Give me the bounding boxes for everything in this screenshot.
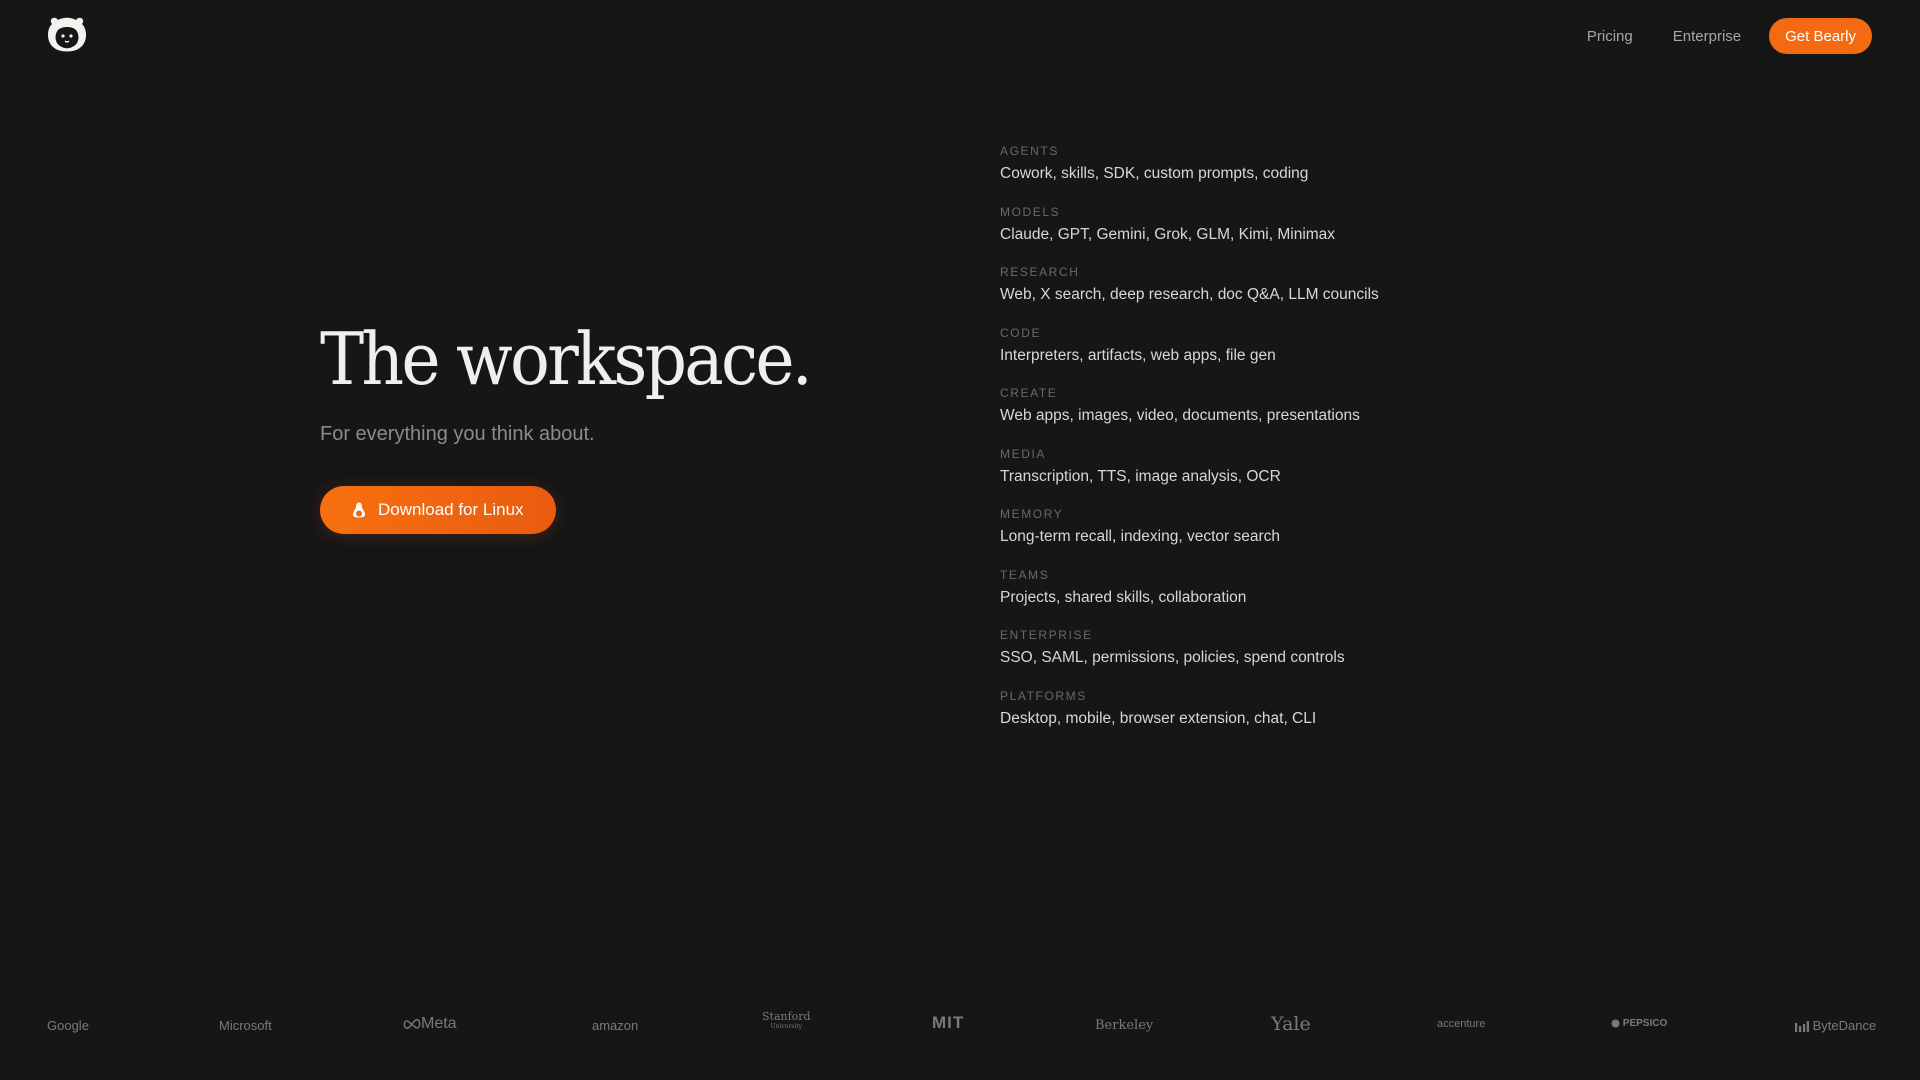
stanford-logo: Stanford University [762, 1011, 811, 1032]
feature-category: PLATFORMS [1000, 688, 1087, 703]
feature-category: AGENTS [1000, 144, 1059, 158]
pepsico-logo: PEPSICO [1611, 1018, 1667, 1029]
meta-infinity-icon [403, 1018, 421, 1029]
nav-links: Pricing Enterprise Get Bearly [1587, 18, 1872, 54]
feature-category: MEDIA [1000, 446, 1047, 461]
hero-section: The workspace. For everything you think … [320, 317, 920, 535]
feature-category: RESEARCH [1000, 265, 1080, 279]
feature-item: CODE Interpreters, artifacts, web apps, … [1000, 325, 1500, 386]
linux-icon [352, 502, 366, 518]
feature-description: Web apps, images, video, documents, pres… [1000, 407, 1360, 424]
customer-logos: Google Microsoft Meta amazon Stanford Un… [0, 1010, 1920, 1046]
feature-description: Desktop, mobile, browser extension, chat… [1000, 709, 1317, 727]
microsoft-logo: Microsoft [219, 1018, 272, 1033]
feature-description: Projects, shared skills, collaboration [1000, 588, 1247, 606]
accenture-logo: accenture [1437, 1018, 1486, 1030]
feature-item: PLATFORMS Desktop, mobile, browser exten… [1000, 688, 1500, 749]
google-logo: Google [47, 1018, 89, 1033]
bear-logo-icon[interactable] [46, 16, 88, 54]
stanford-logo-subtext: University [770, 1023, 803, 1030]
feature-description: Long-term recall, indexing, vector searc… [1000, 528, 1280, 545]
feature-description: Cowork, skills, SDK, custom prompts, cod… [1000, 165, 1309, 182]
pepsico-logo-text: PEPSICO [1622, 1018, 1668, 1029]
berkeley-logo: Berkeley [1095, 1018, 1154, 1033]
amazon-logo: amazon [592, 1018, 639, 1033]
get-bearly-button[interactable]: Get Bearly [1769, 18, 1872, 54]
top-nav: Pricing Enterprise Get Bearly [0, 0, 1920, 72]
feature-item: TEAMS Projects, shared skills, collabora… [1000, 567, 1500, 628]
feature-category: CODE [1000, 325, 1042, 340]
feature-category: TEAMS [1000, 567, 1050, 582]
feature-item: RESEARCH Web, X search, deep research, d… [1000, 264, 1500, 325]
feature-item: MEDIA Transcription, TTS, image analysis… [1000, 446, 1500, 507]
meta-logo: Meta [403, 1015, 457, 1033]
feature-category: MODELS [1000, 204, 1061, 219]
feature-item: MEMORY Long-term recall, indexing, vecto… [1000, 506, 1500, 567]
feature-item: AGENTS Cowork, skills, SDK, custom promp… [1000, 143, 1500, 204]
bytedance-logo: ByteDance [1795, 1018, 1876, 1033]
mit-logo: MIT [932, 1013, 965, 1032]
hero-title: The workspace. [320, 317, 813, 401]
feature-category: MEMORY [1000, 507, 1064, 521]
feature-description: Transcription, TTS, image analysis, OCR [1000, 467, 1281, 485]
feature-item: CREATE Web apps, images, video, document… [1000, 385, 1500, 446]
feature-description: SSO, SAML, permissions, policies, spend … [1000, 649, 1345, 666]
feature-item: MODELS Claude, GPT, Gemini, Grok, GLM, K… [1000, 204, 1500, 265]
feature-category: CREATE [1000, 386, 1058, 400]
pepsico-globe-icon [1611, 1019, 1620, 1028]
bytedance-bars-icon [1795, 1021, 1809, 1033]
nav-link-enterprise[interactable]: Enterprise [1673, 28, 1741, 45]
feature-description: Interpreters, artifacts, web apps, file … [1000, 346, 1276, 364]
feature-list: AGENTS Cowork, skills, SDK, custom promp… [1000, 143, 1500, 748]
download-linux-button[interactable]: Download for Linux [320, 486, 556, 535]
feature-description: Claude, GPT, Gemini, Grok, GLM, Kimi, Mi… [1000, 225, 1336, 243]
nav-link-pricing[interactable]: Pricing [1587, 28, 1633, 45]
meta-logo-text: Meta [421, 1015, 457, 1032]
feature-category: ENTERPRISE [1000, 628, 1093, 642]
feature-item: ENTERPRISE SSO, SAML, permissions, polic… [1000, 627, 1500, 688]
yale-logo: Yale [1271, 1013, 1311, 1035]
feature-description: Web, X search, deep research, doc Q&A, L… [1000, 286, 1379, 303]
bytedance-logo-text: ByteDance [1812, 1018, 1877, 1033]
download-button-label: Download for Linux [378, 500, 524, 520]
hero-subtitle: For everything you think about. [320, 423, 595, 446]
